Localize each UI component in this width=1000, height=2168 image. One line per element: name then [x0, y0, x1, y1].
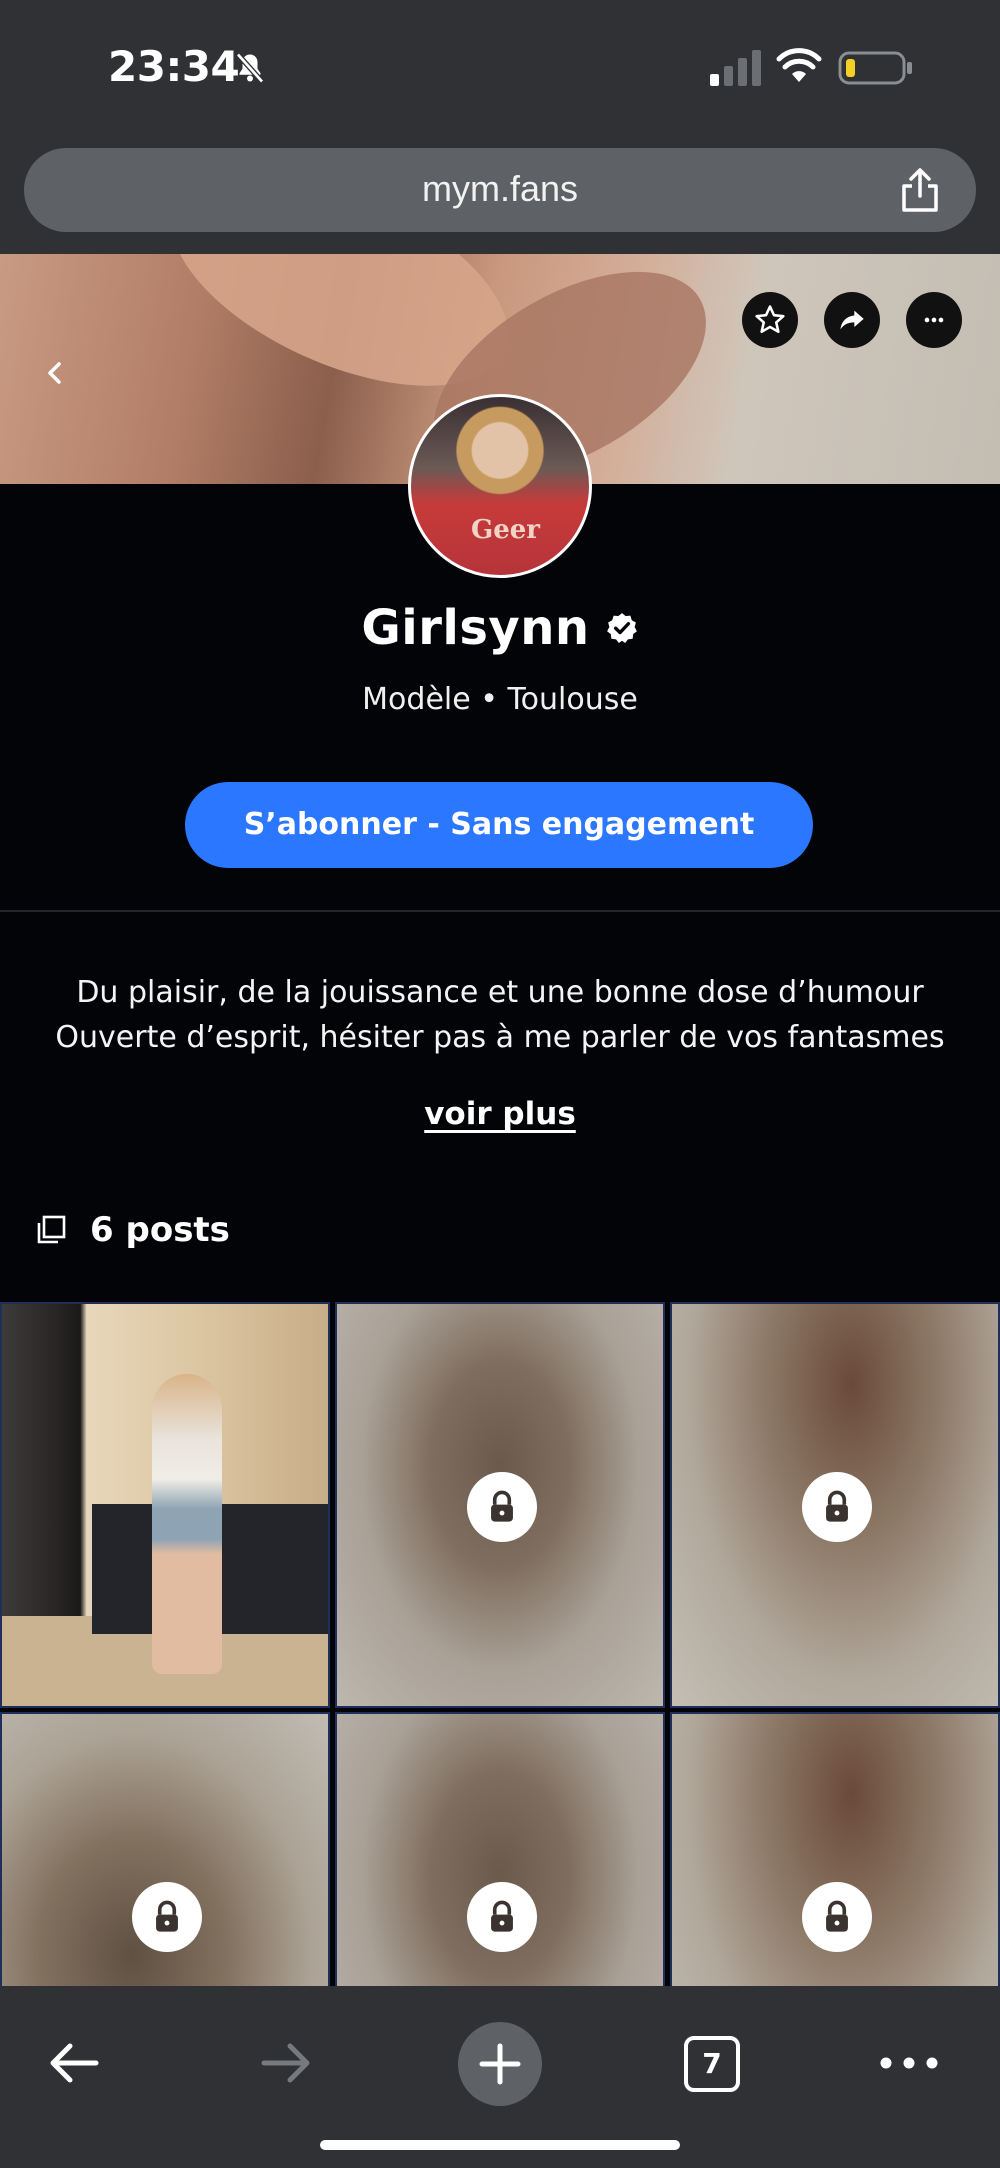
divider: [0, 910, 1000, 912]
share-icon[interactable]: [898, 166, 942, 214]
posts-grid: [0, 1302, 1000, 1988]
browser-address-area: mym.fans: [0, 140, 1000, 254]
lock-icon: [467, 1882, 537, 1952]
post-tile-6[interactable]: [670, 1712, 1000, 1988]
posts-stack-icon: [37, 1215, 66, 1244]
favorite-button[interactable]: [742, 292, 798, 348]
profile-name-row: Girlsynn: [0, 600, 1000, 656]
more-horizontal-icon: [924, 317, 944, 323]
post-tile-3[interactable]: [670, 1302, 1000, 1708]
status-bar: 23:34: [0, 0, 1000, 140]
lock-icon: [132, 1882, 202, 1952]
more-dots-icon[interactable]: [878, 2048, 940, 2078]
lock-icon: [802, 1472, 872, 1542]
tabs-icon[interactable]: 7: [684, 2036, 740, 2092]
lock-icon: [802, 1882, 872, 1952]
profile-bio: Du plaisir, de la jouissance et une bonn…: [0, 970, 1000, 1060]
profile-name: Girlsynn: [361, 600, 590, 656]
more-options-button[interactable]: [906, 292, 962, 348]
lock-icon: [467, 1472, 537, 1542]
share-arrow-icon: [840, 310, 864, 330]
new-tab-button[interactable]: [458, 2022, 542, 2106]
post-tile-2[interactable]: [335, 1302, 665, 1708]
status-time: 23:34: [108, 42, 240, 91]
post-tile-4[interactable]: [0, 1712, 330, 1988]
wifi-icon: [776, 48, 822, 82]
post-tile-5[interactable]: [335, 1712, 665, 1988]
see-more-link[interactable]: voir plus: [0, 1096, 1000, 1132]
new-tab-plus-icon: [479, 2043, 521, 2085]
posts-count-row: 6 posts: [36, 1208, 230, 1252]
posts-count: 6 posts: [90, 1210, 230, 1250]
forward-arrow-icon[interactable]: [256, 2038, 316, 2088]
bio-line-1: Du plaisir, de la jouissance et une bonn…: [76, 975, 924, 1010]
post-tile-1[interactable]: [0, 1302, 330, 1708]
avatar-shirt-text: Geer: [471, 515, 540, 545]
avatar[interactable]: Geer: [408, 394, 592, 578]
back-arrow-icon[interactable]: [44, 2038, 104, 2088]
cellular-signal-icon: [710, 50, 761, 86]
back-chevron-icon[interactable]: [40, 358, 70, 388]
verified-badge-icon: [606, 613, 637, 644]
home-indicator: [320, 2140, 680, 2150]
profile-subtitle: Modèle • Toulouse: [362, 682, 638, 717]
subscribe-button[interactable]: S’abonner - Sans engagement: [185, 782, 813, 868]
bell-slash-icon: [236, 52, 264, 84]
address-bar[interactable]: mym.fans: [24, 148, 976, 232]
url-text: mym.fans: [421, 168, 579, 209]
star-icon: [755, 305, 785, 334]
bio-line-2: Ouverte d’esprit, hésiter pas à me parle…: [55, 1020, 945, 1055]
battery-low-icon: [838, 51, 912, 85]
share-profile-button[interactable]: [824, 292, 880, 348]
